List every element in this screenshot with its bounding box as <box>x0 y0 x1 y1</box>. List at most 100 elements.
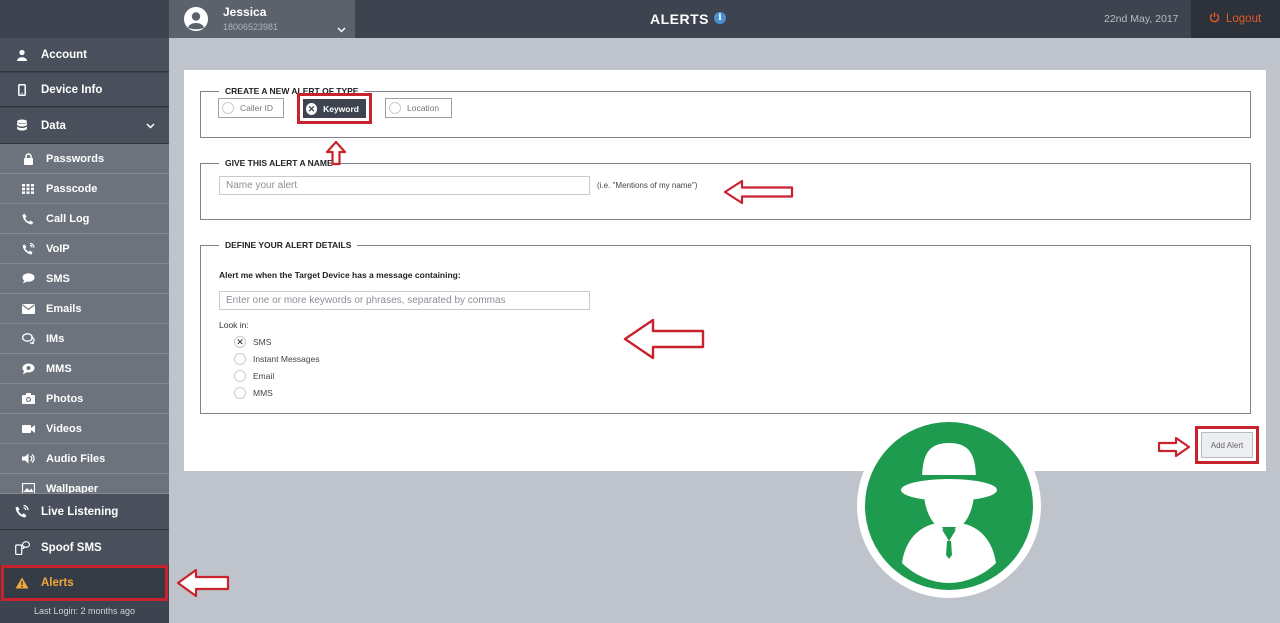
last-login-text: Last Login: 2 months ago <box>33 606 136 616</box>
sidebar: Account Device Info Data Passwords Passc… <box>0 0 169 623</box>
sidebar-item-label: Spoof SMS <box>41 541 102 554</box>
alert-name-legend: GIVE THIS ALERT A NAME <box>225 158 333 168</box>
radio-icon <box>234 370 246 382</box>
type-label: Location <box>407 103 440 113</box>
sidebar-item-alerts[interactable]: Alerts <box>1 565 168 601</box>
sidebar-item-voip[interactable]: VoIP <box>0 234 169 264</box>
sidebar-item-live-listening[interactable]: Live Listening <box>0 494 169 530</box>
details-label: Alert me when the Target Device has a me… <box>219 270 461 280</box>
camera-icon <box>20 393 36 404</box>
sidebar-item-label: MMS <box>46 362 72 375</box>
sidebar-item-sms[interactable]: SMS <box>0 264 169 294</box>
alert-details-section: DEFINE YOUR ALERT DETAILS Alert me when … <box>200 240 1251 414</box>
check-icon: ✕ <box>306 102 318 115</box>
sidebar-item-label: Passwords <box>46 152 105 165</box>
sidebar-item-wallpaper[interactable]: Wallpaper <box>0 474 169 494</box>
alert-type-section: CREATE A NEW ALERT OF TYPE Caller ID ✕ K… <box>200 86 1251 138</box>
sidebar-item-label: SMS <box>46 272 70 285</box>
sidebar-item-label: Audio Files <box>46 452 106 465</box>
call-icon <box>20 213 36 225</box>
add-alert-button[interactable]: Add Alert <box>1195 426 1259 464</box>
type-caller-id-button[interactable]: Caller ID <box>218 98 284 118</box>
sidebar-item-videos[interactable]: Videos <box>0 414 169 444</box>
alert-name-input[interactable] <box>219 176 590 195</box>
radio-icon <box>234 387 246 399</box>
arrow-left-annotation <box>723 179 794 205</box>
im-icon <box>20 333 36 344</box>
audio-icon <box>20 453 36 464</box>
chevron-down-icon <box>146 120 155 132</box>
sidebar-item-label: IMs <box>46 332 65 345</box>
sidebar-item-label: Live Listening <box>41 505 119 518</box>
current-date: 22nd May, 2017 <box>1104 13 1179 25</box>
arrow-left-annotation <box>176 568 230 598</box>
look-in-label: Look in: <box>219 320 249 330</box>
sidebar-item-label: Alerts <box>41 577 74 589</box>
database-icon <box>14 119 30 132</box>
sidebar-item-call-log[interactable]: Call Log <box>0 204 169 234</box>
sidebar-item-label: Photos <box>46 392 84 405</box>
arrow-left-annotation <box>623 318 705 360</box>
sidebar-item-passcode[interactable]: Passcode <box>0 174 169 204</box>
keywords-input[interactable] <box>219 291 590 310</box>
sidebar-item-device-info[interactable]: Device Info <box>0 73 169 107</box>
user-icon <box>14 49 30 61</box>
type-location-button[interactable]: Location <box>385 98 452 118</box>
type-keyword-button[interactable]: ✕ Keyword <box>297 93 372 124</box>
sidebar-item-ims[interactable]: IMs <box>0 324 169 354</box>
top-header: Jessica 18006523981 ALERTS i 22nd May, 2… <box>169 0 1280 38</box>
sidebar-item-label: Videos <box>46 422 82 435</box>
look-in-email-option[interactable]: Email <box>234 370 274 382</box>
grid-icon <box>20 183 36 194</box>
image-icon <box>20 483 36 493</box>
sidebar-item-passwords[interactable]: Passwords <box>0 144 169 174</box>
alert-details-legend: DEFINE YOUR ALERT DETAILS <box>225 240 352 250</box>
sidebar-item-label: Passcode <box>46 182 98 195</box>
avatar <box>184 7 208 31</box>
lock-icon <box>20 152 36 165</box>
option-label: Instant Messages <box>253 354 320 364</box>
user-phone: 18006523981 <box>223 22 279 32</box>
option-label: Email <box>253 371 275 381</box>
power-icon <box>1209 12 1220 26</box>
sidebar-item-emails[interactable]: Emails <box>0 294 169 324</box>
alert-type-legend: CREATE A NEW ALERT OF TYPE <box>225 86 359 96</box>
logout-button[interactable]: Logout <box>1191 0 1280 38</box>
warning-icon <box>14 577 30 589</box>
arrow-up-annotation <box>325 140 347 166</box>
sidebar-item-mms[interactable]: MMS <box>0 354 169 384</box>
option-label: MMS <box>253 388 273 398</box>
sidebar-item-label: Emails <box>46 302 82 315</box>
sidebar-item-label: Data <box>41 119 66 132</box>
page-title: ALERTS <box>650 11 709 27</box>
voip-icon <box>20 242 36 255</box>
arrow-right-annotation <box>1157 436 1191 458</box>
option-label: SMS <box>253 337 272 347</box>
look-in-sms-option[interactable]: ✕ SMS <box>234 336 271 348</box>
logout-label: Logout <box>1226 13 1262 25</box>
sidebar-item-photos[interactable]: Photos <box>0 384 169 414</box>
type-label: Keyword <box>323 103 359 114</box>
chat-icon <box>20 273 36 284</box>
phone-icon <box>14 83 30 96</box>
look-in-mms-option[interactable]: MMS <box>234 387 273 399</box>
sidebar-item-label: VoIP <box>46 242 70 255</box>
spy-logo-icon <box>857 414 1041 598</box>
sidebar-item-label: Account <box>41 48 87 61</box>
sidebar-item-label: Wallpaper <box>46 483 99 494</box>
sidebar-item-account[interactable]: Account <box>0 38 169 72</box>
look-in-im-option[interactable]: Instant Messages <box>234 353 320 365</box>
chevron-down-icon <box>337 20 346 38</box>
sidebar-item-label: Device Info <box>41 83 103 96</box>
phone-wave-icon <box>14 505 30 518</box>
sidebar-item-data[interactable]: Data <box>0 108 169 144</box>
check-icon: ✕ <box>234 336 246 348</box>
user-switcher[interactable]: Jessica 18006523981 <box>169 0 355 38</box>
spoof-icon <box>14 540 30 555</box>
info-icon[interactable]: i <box>714 12 726 24</box>
sidebar-item-spoof-sms[interactable]: Spoof SMS <box>0 530 169 566</box>
alert-name-hint: (i.e. "Mentions of my name") <box>597 181 698 190</box>
radio-icon <box>222 102 234 114</box>
sidebar-item-label: Call Log <box>46 212 90 225</box>
sidebar-item-audio-files[interactable]: Audio Files <box>0 444 169 474</box>
